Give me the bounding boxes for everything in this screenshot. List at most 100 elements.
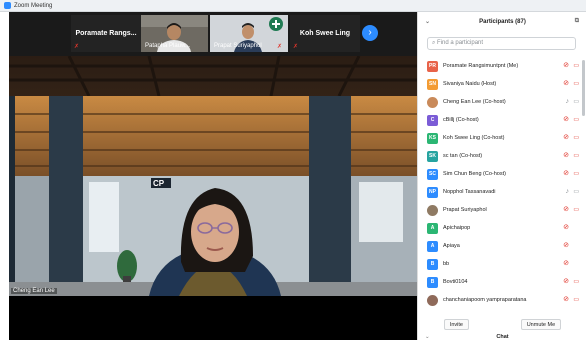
- chevron-down-icon[interactable]: ⌄: [425, 18, 430, 25]
- mic-muted-icon: ✗: [293, 44, 299, 50]
- avatar: NP: [427, 187, 438, 198]
- video-off-icon[interactable]: ▭: [573, 170, 579, 178]
- tile-name-large: Poramate Rangs...: [75, 30, 137, 37]
- participant-row[interactable]: A Apiaya ⊘: [418, 238, 586, 256]
- chevron-down-icon[interactable]: ⌄: [425, 334, 430, 340]
- video-off-icon[interactable]: ▭: [573, 278, 579, 286]
- video-tile[interactable]: Prapat Suriyaphol ✗: [210, 15, 288, 52]
- participant-row[interactable]: Cheng Ean Lee (Co-host) ♪ ▭: [418, 94, 586, 112]
- video-tile[interactable]: Patapha Plauw...: [141, 15, 208, 52]
- participant-name: sc tan (Co-host): [443, 153, 483, 159]
- mic-muted-icon[interactable]: ⊘: [563, 260, 569, 268]
- participant-name: cBillj (Co-host): [443, 117, 479, 123]
- next-page-button[interactable]: ›: [362, 25, 378, 41]
- video-letterbox: [9, 296, 417, 340]
- participant-name: Sim Chun Beng (Co-host): [443, 171, 506, 177]
- participant-name: Apiaya: [443, 243, 460, 249]
- gallery-strip: Poramate Rangs... ✗ Patapha Plauw... Pra…: [9, 12, 417, 56]
- video-icon[interactable]: ▭: [573, 98, 579, 106]
- zoom-app-icon: [4, 2, 11, 9]
- mic-muted-icon[interactable]: ⊘: [563, 170, 569, 178]
- video-off-icon[interactable]: ▭: [573, 80, 579, 88]
- participant-row[interactable]: PR Poramate Rangsimuntpnt (Me) ⊘ ▭: [418, 58, 586, 76]
- speaker-name-label: Cheng Ean Lee: [11, 288, 57, 294]
- participant-row[interactable]: KS Koh Swee Ling (Co-host) ⊘ ▭: [418, 130, 586, 148]
- participant-name: Apichaipop: [443, 225, 471, 231]
- popout-icon[interactable]: ⧉: [575, 18, 579, 25]
- mic-muted-icon[interactable]: ⊘: [563, 242, 569, 250]
- active-speaker-video[interactable]: CP Cheng Ean Lee: [9, 56, 417, 296]
- participant-row[interactable]: SN Sivaniya Naidu (Host) ⊘ ▭: [418, 76, 586, 94]
- mic-muted-icon[interactable]: ⊘: [563, 134, 569, 142]
- participant-row[interactable]: CcBillj (Co-host) ⊘ ▭: [418, 112, 586, 130]
- video-off-icon[interactable]: ▭: [573, 134, 579, 142]
- speaker-video-frame: CP: [9, 56, 417, 296]
- participants-panel: ⌄ Participants (87) ⧉ ⌕ Find a participa…: [417, 12, 586, 340]
- video-off-icon[interactable]: ▭: [573, 296, 579, 304]
- avatar: [427, 295, 438, 306]
- participant-name: chanchaniapoom yampraparatana: [443, 297, 527, 303]
- mic-muted-icon[interactable]: ⊘: [563, 296, 569, 304]
- tile-name: Patapha Plauw...: [145, 43, 191, 49]
- mic-muted-icon: ✗: [74, 44, 80, 50]
- mic-icon[interactable]: ♪: [566, 98, 570, 106]
- mic-muted-icon[interactable]: ⊘: [563, 224, 569, 232]
- participant-name: bb: [443, 261, 450, 267]
- tile-name: Prapat Suriyaphol: [214, 43, 262, 49]
- participant-row[interactable]: SK sc tan (Co-host) ⊘ ▭: [418, 148, 586, 166]
- avatar: B: [427, 259, 438, 270]
- meeting-view: Poramate Rangs... ✗ Patapha Plauw... Pra…: [9, 12, 417, 340]
- avatar: SK: [427, 151, 438, 162]
- invite-button[interactable]: Invite: [443, 319, 469, 330]
- panel-title: Participants (87): [479, 19, 526, 25]
- chat-label: Chat: [496, 334, 509, 340]
- video-off-icon[interactable]: ▭: [573, 116, 579, 124]
- participant-name: Bovti0104: [443, 279, 468, 285]
- mic-muted-icon[interactable]: ⊘: [563, 62, 569, 70]
- unmute-me-button[interactable]: Unmute Me: [520, 319, 562, 330]
- avatar: [427, 97, 438, 108]
- tile-name-large: Koh Swee Ling: [299, 30, 351, 37]
- participant-list: PR Poramate Rangsimuntpnt (Me) ⊘ ▭ SN Sivaniy…: [418, 58, 586, 310]
- video-off-icon[interactable]: ▭: [573, 206, 579, 214]
- video-icon[interactable]: ▭: [573, 188, 579, 196]
- mic-muted-icon[interactable]: ⊘: [563, 80, 569, 88]
- participant-row[interactable]: A Apichaipop ⊘: [418, 220, 586, 238]
- participant-row[interactable]: Bbb ⊘: [418, 256, 586, 274]
- participant-name: Cheng Ean Lee (Co-host): [443, 99, 506, 105]
- mic-muted-icon[interactable]: ⊘: [563, 116, 569, 124]
- participant-row[interactable]: SC Sim Chun Beng (Co-host) ⊘ ▭: [418, 166, 586, 184]
- participant-search-input[interactable]: ⌕ Find a participant: [427, 37, 576, 50]
- panel-footer: Invite Unmute Me: [418, 319, 586, 333]
- mic-muted-icon[interactable]: ⊘: [563, 206, 569, 214]
- avatar: A: [427, 241, 438, 252]
- participant-name: Koh Swee Ling (Co-host): [443, 135, 505, 141]
- video-off-icon[interactable]: ▭: [573, 62, 579, 70]
- video-tile[interactable]: Koh Swee Ling ✗: [290, 15, 360, 52]
- avatar: SC: [427, 169, 438, 180]
- participant-name: Nopphol Tassanavadi: [443, 189, 496, 195]
- participant-name: Sivaniya Naidu (Host): [443, 81, 497, 87]
- chevron-right-icon: ›: [368, 27, 372, 38]
- avatar: A: [427, 223, 438, 234]
- mic-muted-icon[interactable]: ⊘: [563, 278, 569, 286]
- mic-icon[interactable]: ♪: [566, 188, 570, 196]
- svg-text:CP: CP: [153, 179, 165, 188]
- mic-muted-icon: ✗: [276, 44, 282, 50]
- video-off-icon[interactable]: ▭: [573, 152, 579, 160]
- search-placeholder: Find a participant: [437, 40, 484, 46]
- participant-row[interactable]: NP Nopphol Tassanavadi ♪ ▭: [418, 184, 586, 202]
- panel-header: ⌄ Participants (87) ⧉: [418, 12, 586, 32]
- avatar: SN: [427, 79, 438, 90]
- window-title: Zoom Meeting: [14, 2, 53, 9]
- participant-row[interactable]: Prapat Suriyaphol ⊘ ▭: [418, 202, 586, 220]
- participant-name: Poramate Rangsimuntpnt (Me): [443, 63, 519, 69]
- participant-row[interactable]: chanchaniapoom yampraparatana ⊘ ▭: [418, 292, 586, 310]
- avatar: B: [427, 277, 438, 288]
- avatar: C: [427, 115, 438, 126]
- avatar: KS: [427, 133, 438, 144]
- chat-section-header[interactable]: ⌄ Chat: [418, 334, 586, 340]
- mic-muted-icon[interactable]: ⊘: [563, 152, 569, 160]
- participant-row[interactable]: B Bovti0104 ⊘ ▭: [418, 274, 586, 292]
- video-tile[interactable]: Poramate Rangs... ✗: [71, 15, 141, 52]
